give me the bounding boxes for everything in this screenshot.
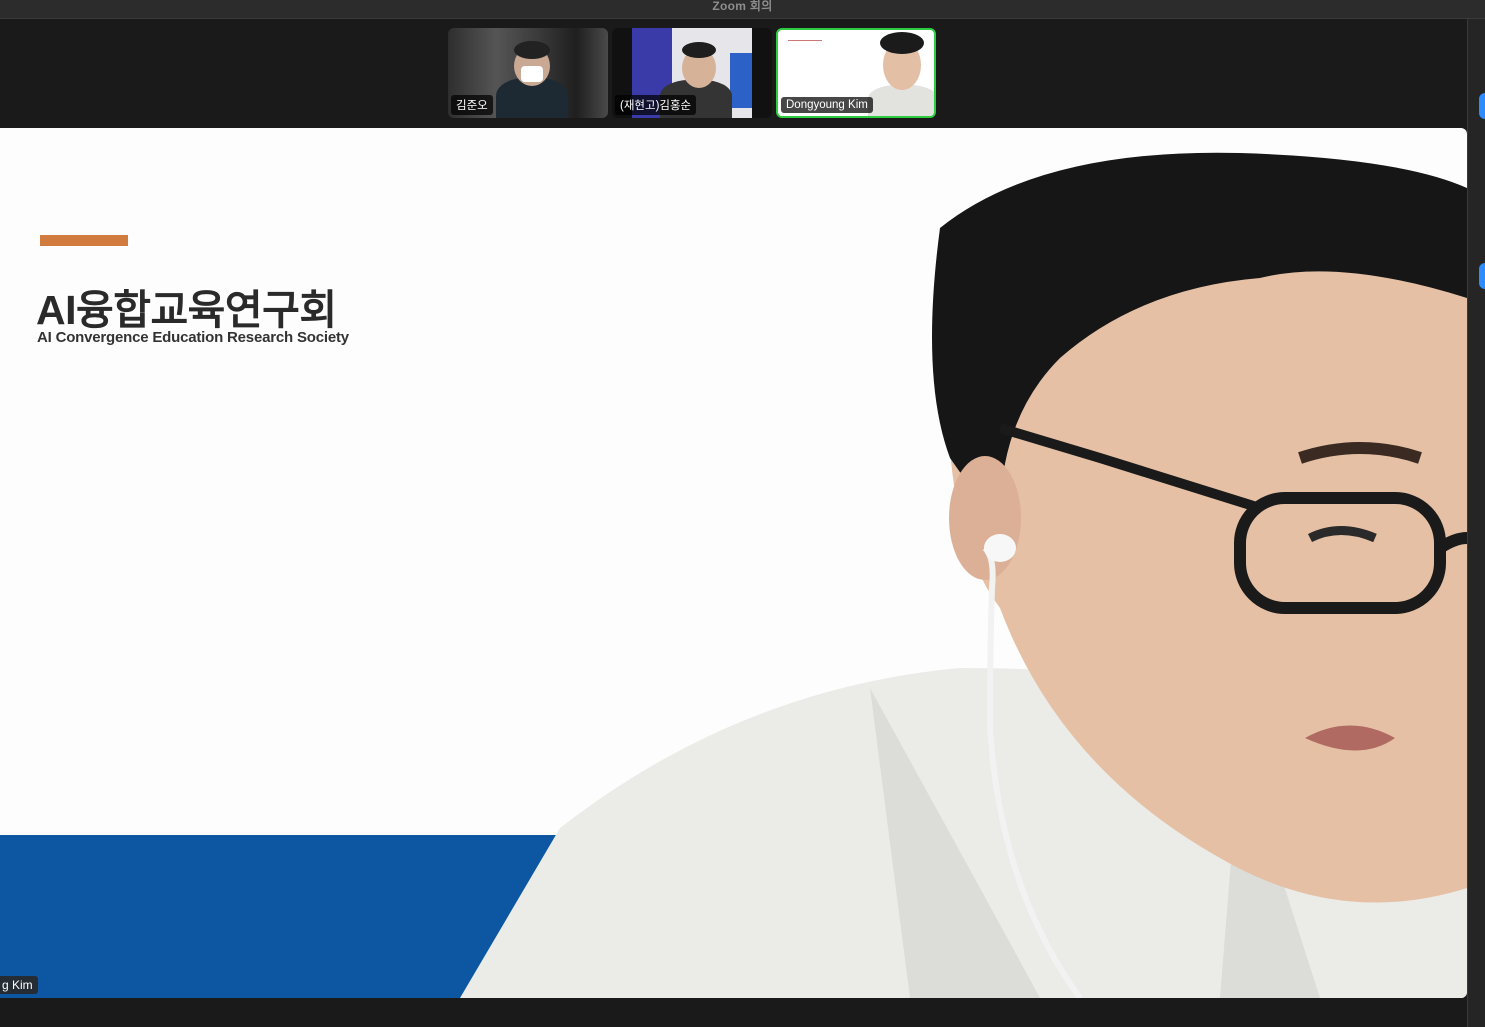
mask [521, 66, 543, 82]
side-indicator[interactable] [1479, 263, 1485, 289]
participant-name: (재현고)김홍순 [615, 95, 697, 115]
slide-subtitle: AI Convergence Education Research Societ… [37, 329, 349, 346]
side-panel-edge [1467, 19, 1485, 1027]
main-video[interactable]: AI융합교육연구회 AI Convergence Education Resea… [0, 128, 1467, 998]
speaker-video [460, 152, 1467, 998]
bottom-bar [0, 999, 1467, 1027]
slide-title: AI융합교육연구회 [36, 287, 337, 333]
participant-tile-2[interactable]: (재현고)김홍순 [612, 28, 772, 118]
main-video-name-label: g Kim [0, 976, 38, 994]
background-panel [730, 53, 752, 108]
ear [949, 456, 1021, 580]
side-indicator[interactable] [1479, 93, 1485, 119]
participant-tile-1[interactable]: 김준오 [448, 28, 608, 118]
hair [514, 41, 550, 59]
window-title: Zoom 회의 [712, 0, 773, 13]
hair [682, 42, 716, 58]
slide-thumbnail [788, 40, 822, 47]
participant-name: Dongyoung Kim [781, 97, 873, 113]
earphone [984, 534, 1016, 562]
hair [880, 32, 924, 54]
participant-tile-3-active[interactable]: Dongyoung Kim [776, 28, 936, 118]
slide-accent-bar [40, 235, 128, 246]
title-bar: Zoom 회의 [0, 0, 1485, 19]
participant-name: 김준오 [451, 95, 493, 115]
